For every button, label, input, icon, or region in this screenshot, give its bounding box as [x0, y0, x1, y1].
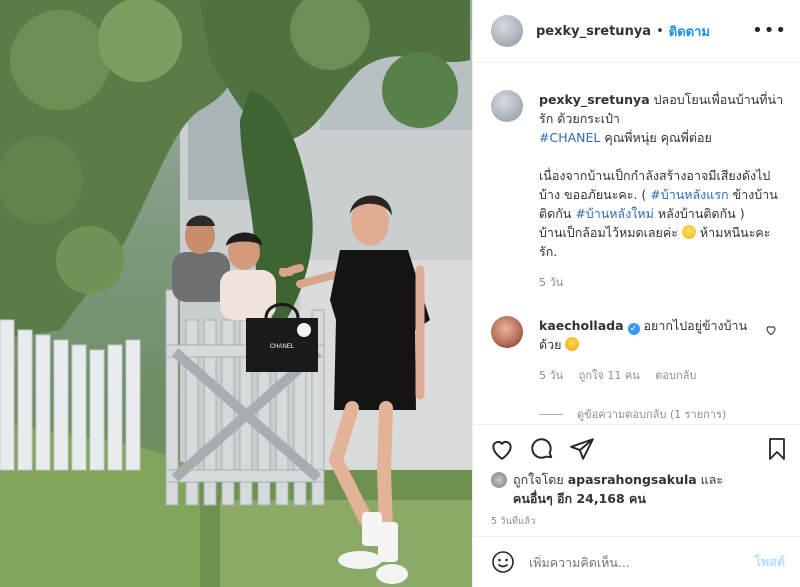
more-options-icon[interactable]: ••• [752, 20, 787, 41]
post-photo[interactable]: CHANEL [0, 0, 472, 587]
caption: pexky_sretunya ปลอบโยนเพื่อนบ้านที่น่ารั… [491, 90, 791, 292]
comment-body: kaechollada ✓ อยากไปอยู่ข้างบ้าน ด้วย 5 … [539, 316, 754, 385]
verified-badge-icon: ✓ [627, 323, 640, 335]
post-side-panel: pexky_sretunya • ติดตาม ••• pexky_sretun… [472, 0, 800, 587]
caption-paragraph-3: บ้านเป็กล้อมไว้หมดเลยค่ะ ห้ามหนีนะคะ รัก… [539, 223, 787, 261]
likes-summary: ถูกใจโดย apasrahongsakula และ คนอื่นๆ อี… [491, 470, 791, 508]
caption-avatar[interactable] [491, 90, 523, 122]
smiling-emoji-icon [681, 225, 696, 239]
like-comment-heart-icon[interactable] [765, 324, 777, 336]
post-timestamp[interactable]: 5 วันที่แล้ว [491, 514, 535, 529]
save-bookmark-icon[interactable] [765, 436, 789, 462]
replies-line [539, 413, 563, 415]
separator-dot: • [656, 23, 664, 39]
caption-paragraph-2: เนื่องจากบ้านเป็กกำลังสร้างอาจมีเสียงดัง… [539, 166, 787, 223]
comments-area[interactable]: pexky_sretunya ปลอบโยนเพื่อนบ้านที่น่ารั… [473, 64, 800, 424]
instagram-post-modal: CHANEL pexky_sretunya • ติดตาม ••• pexky… [0, 0, 800, 587]
author-avatar[interactable] [491, 15, 523, 47]
reply-button[interactable]: ตอบกลับ [655, 369, 696, 382]
author-username[interactable]: pexky_sretunya [536, 24, 651, 39]
caption-text: บ้านเป็กล้อมไว้หมดเลยค่ะ [539, 225, 682, 240]
likes-and: และ [696, 472, 724, 487]
heart-eyes-emoji-icon [565, 337, 580, 351]
caption-line1-tail: คุณพี่หนุ่ย คุณพี่ต่อย [600, 130, 712, 145]
view-replies-button[interactable]: ดูข้อความตอบกลับ (1 รายการ) [539, 405, 791, 423]
caption-text: หลังบ้านติดกัน ) [653, 206, 745, 221]
comment-bubble-icon[interactable] [529, 436, 555, 462]
caption-body: pexky_sretunya ปลอบโยนเพื่อนบ้านที่น่ารั… [539, 90, 787, 292]
caption-age: 5 วัน [539, 276, 564, 289]
like-heart-icon[interactable] [489, 436, 515, 462]
action-bar [473, 424, 800, 472]
bag-label: CHANEL [270, 344, 295, 350]
comment-meta: 5 วัน ถูกใจ 11 คน ตอบกลับ [539, 366, 754, 385]
add-comment-input[interactable] [529, 554, 729, 570]
add-comment-bar: โพสต์ [473, 536, 800, 587]
post-header: pexky_sretunya • ติดตาม ••• [473, 0, 800, 63]
other-likers[interactable]: คนอื่นๆ อีก 24,168 คน [513, 491, 646, 506]
comment-item: kaechollada ✓ อยากไปอยู่ข้างบ้าน ด้วย 5 … [491, 316, 791, 423]
emoji-picker-icon[interactable] [491, 550, 515, 574]
comment-text: ด้วย [539, 337, 562, 352]
liker-username[interactable]: apasrahongsakula [568, 472, 697, 487]
follow-button[interactable]: ติดตาม [669, 21, 710, 42]
liker-avatar[interactable] [491, 472, 507, 488]
hashtag-new-house[interactable]: #บ้านหลังใหม่ [575, 206, 654, 221]
likes-prefix: ถูกใจโดย [513, 472, 568, 487]
share-send-icon[interactable] [569, 436, 595, 462]
comment-likes[interactable]: ถูกใจ 11 คน [579, 369, 640, 382]
caption-username[interactable]: pexky_sretunya [539, 92, 650, 107]
commenter-avatar[interactable] [491, 316, 523, 348]
photo-illustration: CHANEL [0, 0, 472, 587]
post-comment-button[interactable]: โพสต์ [754, 552, 785, 572]
hashtag-chanel[interactable]: #CHANEL [539, 130, 600, 145]
comment-age: 5 วัน [539, 369, 564, 382]
comment-text: อยากไปอยู่ข้างบ้าน [643, 318, 748, 333]
hashtag-first-house[interactable]: #บ้านหลังแรก [650, 187, 728, 202]
commenter-username[interactable]: kaechollada [539, 318, 624, 333]
likes-text: ถูกใจโดย apasrahongsakula และ คนอื่นๆ อี… [513, 470, 723, 508]
view-replies-label: ดูข้อความตอบกลับ (1 รายการ) [577, 408, 727, 421]
